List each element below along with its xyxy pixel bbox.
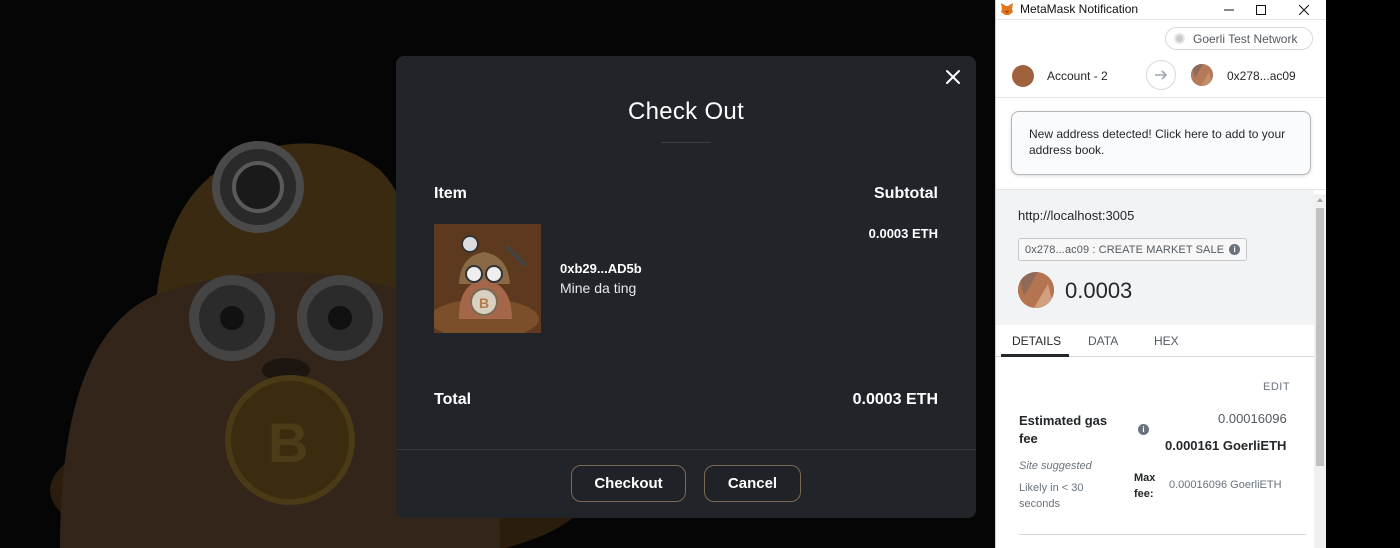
total-value: 0.0003 ETH <box>852 391 938 408</box>
from-account-avatar <box>1012 65 1034 87</box>
origin-url: http://localhost:3005 <box>1018 208 1135 223</box>
method-label: 0x278...ac09 : CREATE MARKET SALE <box>1025 243 1225 256</box>
item-thumbnail: B <box>434 224 541 333</box>
to-address[interactable]: 0x278...ac09 <box>1227 69 1296 83</box>
from-account-name[interactable]: Account - 2 <box>1047 69 1108 83</box>
info-icon[interactable]: i <box>1229 244 1241 255</box>
accounts-divider <box>996 97 1326 98</box>
subtotal-column-header: Subtotal <box>874 185 938 202</box>
window-title: MetaMask Notification <box>1020 2 1139 16</box>
footer-divider <box>396 449 976 450</box>
site-suggested-label: Site suggested <box>1019 460 1092 472</box>
item-price: 0.0003 ETH <box>868 226 938 241</box>
gas-info-icon[interactable]: i <box>1138 424 1149 435</box>
active-tab-indicator <box>1001 354 1069 357</box>
gas-fee-secondary: 0.000161 GoerliETH <box>1165 438 1287 453</box>
edit-gas-link[interactable]: EDIT <box>1263 381 1290 393</box>
max-fee-label: Max fee: <box>1134 472 1156 500</box>
to-address-avatar <box>1191 64 1213 86</box>
titlebar-divider <box>996 19 1326 20</box>
gas-fee-label: Estimated gas fee <box>1019 413 1108 446</box>
item-description: Mine da ting <box>560 280 637 296</box>
new-address-notice[interactable]: New address detected! Click here to add … <box>1011 111 1311 175</box>
item-name: 0xb29...AD5b <box>560 261 642 276</box>
account-transfer-row: Account - 2 0x278...ac09 <box>996 57 1326 94</box>
network-selector[interactable]: Goerli Test Network <box>1165 27 1313 50</box>
window-close-icon[interactable] <box>1289 0 1319 19</box>
tab-hex[interactable]: HEX <box>1154 334 1179 348</box>
svg-text:B: B <box>268 411 308 474</box>
close-icon[interactable] <box>944 68 962 86</box>
method-badge: 0x278...ac09 : CREATE MARKET SALE i <box>1018 238 1248 261</box>
detail-tabs: DETAILS DATA HEX <box>996 325 1314 357</box>
window-titlebar[interactable]: MetaMask Notification <box>996 0 1326 19</box>
item-column-header: Item <box>434 185 467 202</box>
gas-divider <box>1019 534 1306 535</box>
scrollbar[interactable] <box>1314 194 1326 548</box>
checkout-modal: Check Out Item Subtotal B 0.0003 ETH 0xb… <box>396 56 976 518</box>
title-divider <box>661 142 711 143</box>
arrow-right-icon <box>1146 60 1176 90</box>
network-name: Goerli Test Network <box>1193 31 1298 46</box>
transaction-amount: 0.0003 <box>1065 278 1133 303</box>
maximize-icon[interactable] <box>1246 0 1276 19</box>
checkout-button[interactable]: Checkout <box>571 465 686 502</box>
tab-data[interactable]: DATA <box>1088 334 1118 348</box>
scroll-thumb[interactable] <box>1316 208 1324 466</box>
gas-fee-primary: 0.00016096 <box>1218 411 1287 426</box>
transaction-summary: http://localhost:3005 0x278...ac09 : CRE… <box>996 190 1314 325</box>
metamask-fox-icon <box>1001 3 1013 15</box>
scroll-up-icon[interactable] <box>1317 198 1323 202</box>
network-status-icon <box>1174 33 1185 44</box>
minimize-icon[interactable] <box>1214 0 1244 19</box>
tab-details[interactable]: DETAILS <box>1012 334 1061 348</box>
max-fee-value: 0.00016096 GoerliETH <box>1169 479 1282 491</box>
likely-time-label: Likely in < 30 seconds <box>1019 482 1084 510</box>
modal-title: Check Out <box>627 98 745 125</box>
token-avatar-icon <box>1018 272 1054 308</box>
total-label: Total <box>434 391 472 408</box>
cancel-button[interactable]: Cancel <box>704 465 801 502</box>
metamask-window: MetaMask Notification Goerli Test Networ… <box>995 0 1326 548</box>
svg-text:B: B <box>479 295 489 311</box>
